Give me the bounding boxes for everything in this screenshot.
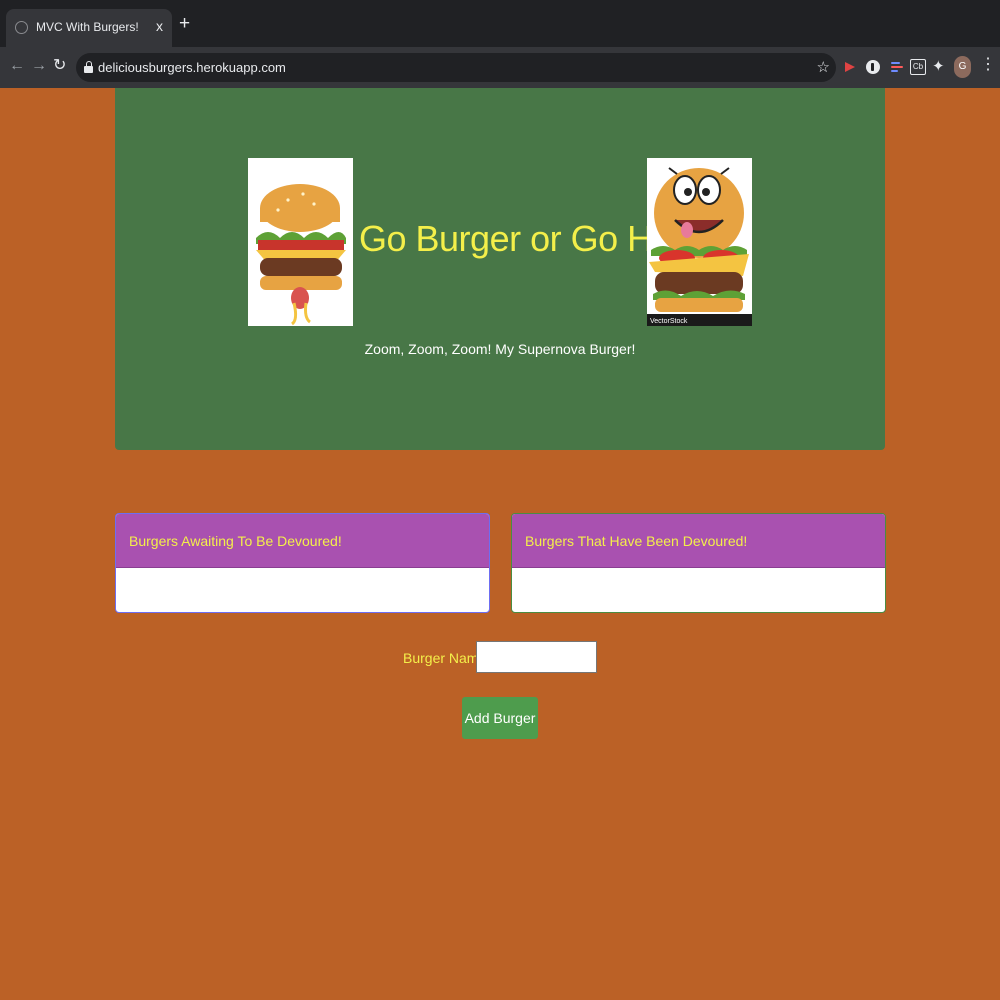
browser-menu-icon[interactable]: ⋮ (980, 57, 996, 73)
lock-icon (84, 61, 93, 73)
burger-cartoon-image-right: VectorStock (647, 158, 752, 326)
bookmark-star-icon[interactable]: ☆ (817, 58, 830, 76)
extension-info-icon[interactable] (866, 60, 880, 74)
address-bar[interactable]: deliciousburgers.herokuapp.com ☆ (76, 53, 836, 82)
forward-button[interactable]: → (31, 57, 47, 75)
extension-bars-icon[interactable] (889, 59, 905, 75)
browser-tab[interactable]: MVC With Burgers! x (6, 9, 172, 47)
burger-image-left (248, 158, 353, 326)
new-tab-button[interactable]: + (179, 14, 190, 33)
devoured-burgers-header: Burgers That Have Been Devoured! (512, 514, 885, 568)
close-tab-button[interactable]: x (156, 18, 163, 34)
profile-avatar[interactable]: G (954, 56, 971, 78)
awaiting-burgers-header: Burgers Awaiting To Be Devoured! (116, 514, 489, 568)
add-burger-button[interactable]: Add Burger (462, 697, 538, 739)
reload-button[interactable]: ↻ (53, 57, 66, 75)
back-button[interactable]: ← (9, 57, 25, 75)
awaiting-burgers-panel: Burgers Awaiting To Be Devoured! (115, 513, 490, 613)
extensions-puzzle-icon[interactable]: ✦ (932, 57, 948, 75)
devoured-burgers-panel: Burgers That Have Been Devoured! (511, 513, 886, 613)
browser-tab-bar: MVC With Burgers! x + (0, 0, 1000, 47)
tab-title: MVC With Burgers! (36, 20, 139, 34)
globe-icon (15, 21, 28, 34)
extension-cb-icon[interactable]: Cb (910, 59, 926, 75)
vectorstock-watermark: VectorStock (650, 318, 688, 325)
extension-red-arrow-icon[interactable] (843, 59, 859, 75)
page-subtitle: Zoom, Zoom, Zoom! My Supernova Burger! (364, 341, 636, 357)
browser-toolbar: ← → ↻ deliciousburgers.herokuapp.com ☆ C… (0, 47, 1000, 88)
hero-jumbotron: Go Burger or Go Home! VectorStock Zoom, … (115, 88, 885, 450)
burger-name-input[interactable] (476, 641, 597, 673)
url-text[interactable]: deliciousburgers.herokuapp.com (98, 60, 286, 75)
